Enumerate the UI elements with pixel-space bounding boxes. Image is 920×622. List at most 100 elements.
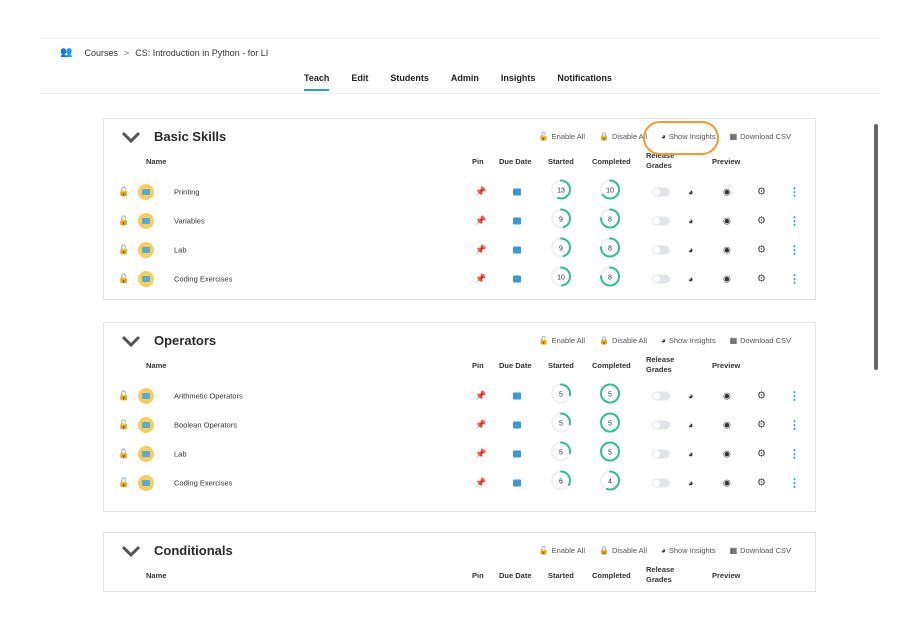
assignment-name[interactable]: Lab: [174, 450, 187, 459]
disable-all-button[interactable]: 🔒 Disable All: [599, 336, 647, 345]
disable-all-button[interactable]: 🔒 Disable All: [599, 546, 647, 555]
insights-icon[interactable]: ◕: [688, 391, 693, 401]
calendar-icon[interactable]: [513, 217, 521, 225]
enable-all-label: Enable All: [551, 132, 586, 141]
disable-all-button[interactable]: 🔒 Disable All: [599, 132, 647, 141]
unlock-icon[interactable]: 🔓: [118, 186, 129, 197]
calendar-icon[interactable]: [513, 479, 521, 487]
eye-icon[interactable]: ◉: [723, 215, 731, 226]
more-options-icon[interactable]: ⋮: [789, 389, 800, 402]
tab-notifications[interactable]: Notifications: [557, 69, 612, 91]
unlock-icon[interactable]: 🔓: [118, 215, 129, 226]
more-options-icon[interactable]: ⋮: [789, 244, 800, 257]
pin-icon[interactable]: 📌: [475, 274, 486, 285]
gear-icon[interactable]: ⚙: [757, 390, 766, 401]
gear-icon[interactable]: ⚙: [757, 478, 766, 489]
assignment-name[interactable]: Coding Exercises: [174, 479, 232, 488]
pin-icon[interactable]: 📌: [475, 419, 486, 430]
chevron-down-icon[interactable]: [122, 334, 140, 348]
insights-icon[interactable]: ◕: [688, 245, 693, 255]
calendar-icon[interactable]: [513, 275, 521, 283]
chevron-down-icon[interactable]: [122, 130, 140, 144]
assignment-name[interactable]: Coding Exercises: [174, 275, 232, 284]
eye-icon[interactable]: ◉: [723, 419, 731, 430]
insights-icon[interactable]: ◕: [688, 478, 693, 488]
enable-all-button[interactable]: 🔓 Enable All: [539, 546, 585, 555]
pin-icon[interactable]: 📌: [475, 245, 486, 256]
eye-icon[interactable]: ◉: [723, 274, 731, 285]
unlock-icon[interactable]: 🔓: [118, 274, 129, 285]
release-grades-toggle[interactable]: [652, 274, 670, 284]
started-ring: 5: [551, 412, 571, 433]
download-csv-button[interactable]: ▦ Download CSV: [730, 546, 791, 555]
section-header[interactable]: Conditionals: [122, 543, 233, 558]
download-csv-button[interactable]: ▦ Download CSV: [730, 336, 791, 345]
unlock-icon[interactable]: 🔓: [118, 478, 129, 489]
pin-icon[interactable]: 📌: [475, 390, 486, 401]
tab-edit[interactable]: Edit: [351, 69, 368, 91]
unlock-icon[interactable]: 🔓: [118, 419, 129, 430]
pin-icon[interactable]: 📌: [475, 449, 486, 460]
insights-icon[interactable]: ◕: [688, 274, 693, 284]
calendar-icon[interactable]: [513, 188, 521, 195]
assignment-name[interactable]: Variables: [174, 216, 205, 225]
insights-icon[interactable]: ◕: [688, 449, 693, 459]
tab-students[interactable]: Students: [390, 69, 429, 91]
unlock-icon[interactable]: 🔓: [118, 449, 129, 460]
eye-icon[interactable]: ◉: [723, 449, 731, 460]
enable-all-button[interactable]: 🔓 Enable All: [539, 132, 585, 141]
insights-icon[interactable]: ◕: [688, 216, 693, 226]
download-csv-button[interactable]: ▦ Download CSV: [730, 132, 791, 141]
unlock-icon[interactable]: 🔓: [118, 390, 129, 401]
gear-icon[interactable]: ⚙: [757, 274, 766, 285]
release-grades-toggle[interactable]: [652, 216, 670, 226]
pin-icon[interactable]: 📌: [475, 478, 486, 489]
assignment-name[interactable]: Arithmetic Operators: [174, 391, 243, 400]
release-grades-toggle[interactable]: [652, 187, 670, 196]
assignment-name[interactable]: Boolean Operators: [174, 420, 237, 429]
gear-icon[interactable]: ⚙: [757, 419, 766, 430]
insights-icon[interactable]: ◕: [688, 187, 693, 197]
tab-insights[interactable]: Insights: [501, 69, 536, 91]
eye-icon[interactable]: ◉: [723, 245, 731, 256]
more-options-icon[interactable]: ⋮: [789, 477, 800, 490]
release-grades-toggle[interactable]: [652, 391, 670, 400]
more-options-icon[interactable]: ⋮: [789, 448, 800, 461]
show-insights-button[interactable]: ◕ Show Insights: [661, 336, 716, 345]
tab-teach[interactable]: Teach: [304, 69, 330, 91]
section-header[interactable]: Basic Skills: [122, 129, 226, 144]
calendar-icon[interactable]: [513, 421, 521, 429]
assignment-name[interactable]: Printing: [174, 187, 199, 196]
release-grades-toggle[interactable]: [652, 478, 670, 488]
gear-icon[interactable]: ⚙: [757, 449, 766, 460]
more-options-icon[interactable]: ⋮: [789, 185, 800, 198]
eye-icon[interactable]: ◉: [723, 390, 731, 401]
chevron-down-icon[interactable]: [122, 544, 140, 558]
more-options-icon[interactable]: ⋮: [789, 418, 800, 431]
pin-icon[interactable]: 📌: [475, 186, 486, 197]
breadcrumb-courses[interactable]: Courses: [84, 48, 118, 58]
more-options-icon[interactable]: ⋮: [789, 214, 800, 227]
show-insights-button[interactable]: ◕ Show Insights: [661, 546, 716, 555]
release-grades-toggle[interactable]: [652, 245, 670, 255]
calendar-icon[interactable]: [513, 246, 521, 254]
release-grades-toggle[interactable]: [652, 420, 670, 430]
unlock-icon[interactable]: 🔓: [118, 245, 129, 256]
gear-icon[interactable]: ⚙: [757, 215, 766, 226]
pin-icon[interactable]: 📌: [475, 215, 486, 226]
insights-icon[interactable]: ◕: [688, 420, 693, 430]
gear-icon[interactable]: ⚙: [757, 245, 766, 256]
calendar-icon[interactable]: [513, 450, 521, 458]
section-header[interactable]: Operators: [122, 333, 216, 348]
eye-icon[interactable]: ◉: [723, 478, 731, 489]
assignment-icon: [138, 271, 154, 288]
calendar-icon[interactable]: [513, 392, 521, 399]
enable-all-button[interactable]: 🔓 Enable All: [539, 336, 585, 345]
scrollbar[interactable]: [874, 124, 878, 370]
assignment-name[interactable]: Lab: [174, 246, 187, 255]
release-grades-toggle[interactable]: [652, 449, 670, 459]
more-options-icon[interactable]: ⋮: [789, 273, 800, 286]
tab-admin[interactable]: Admin: [451, 69, 479, 91]
eye-icon[interactable]: ◉: [723, 186, 731, 197]
gear-icon[interactable]: ⚙: [757, 186, 766, 197]
